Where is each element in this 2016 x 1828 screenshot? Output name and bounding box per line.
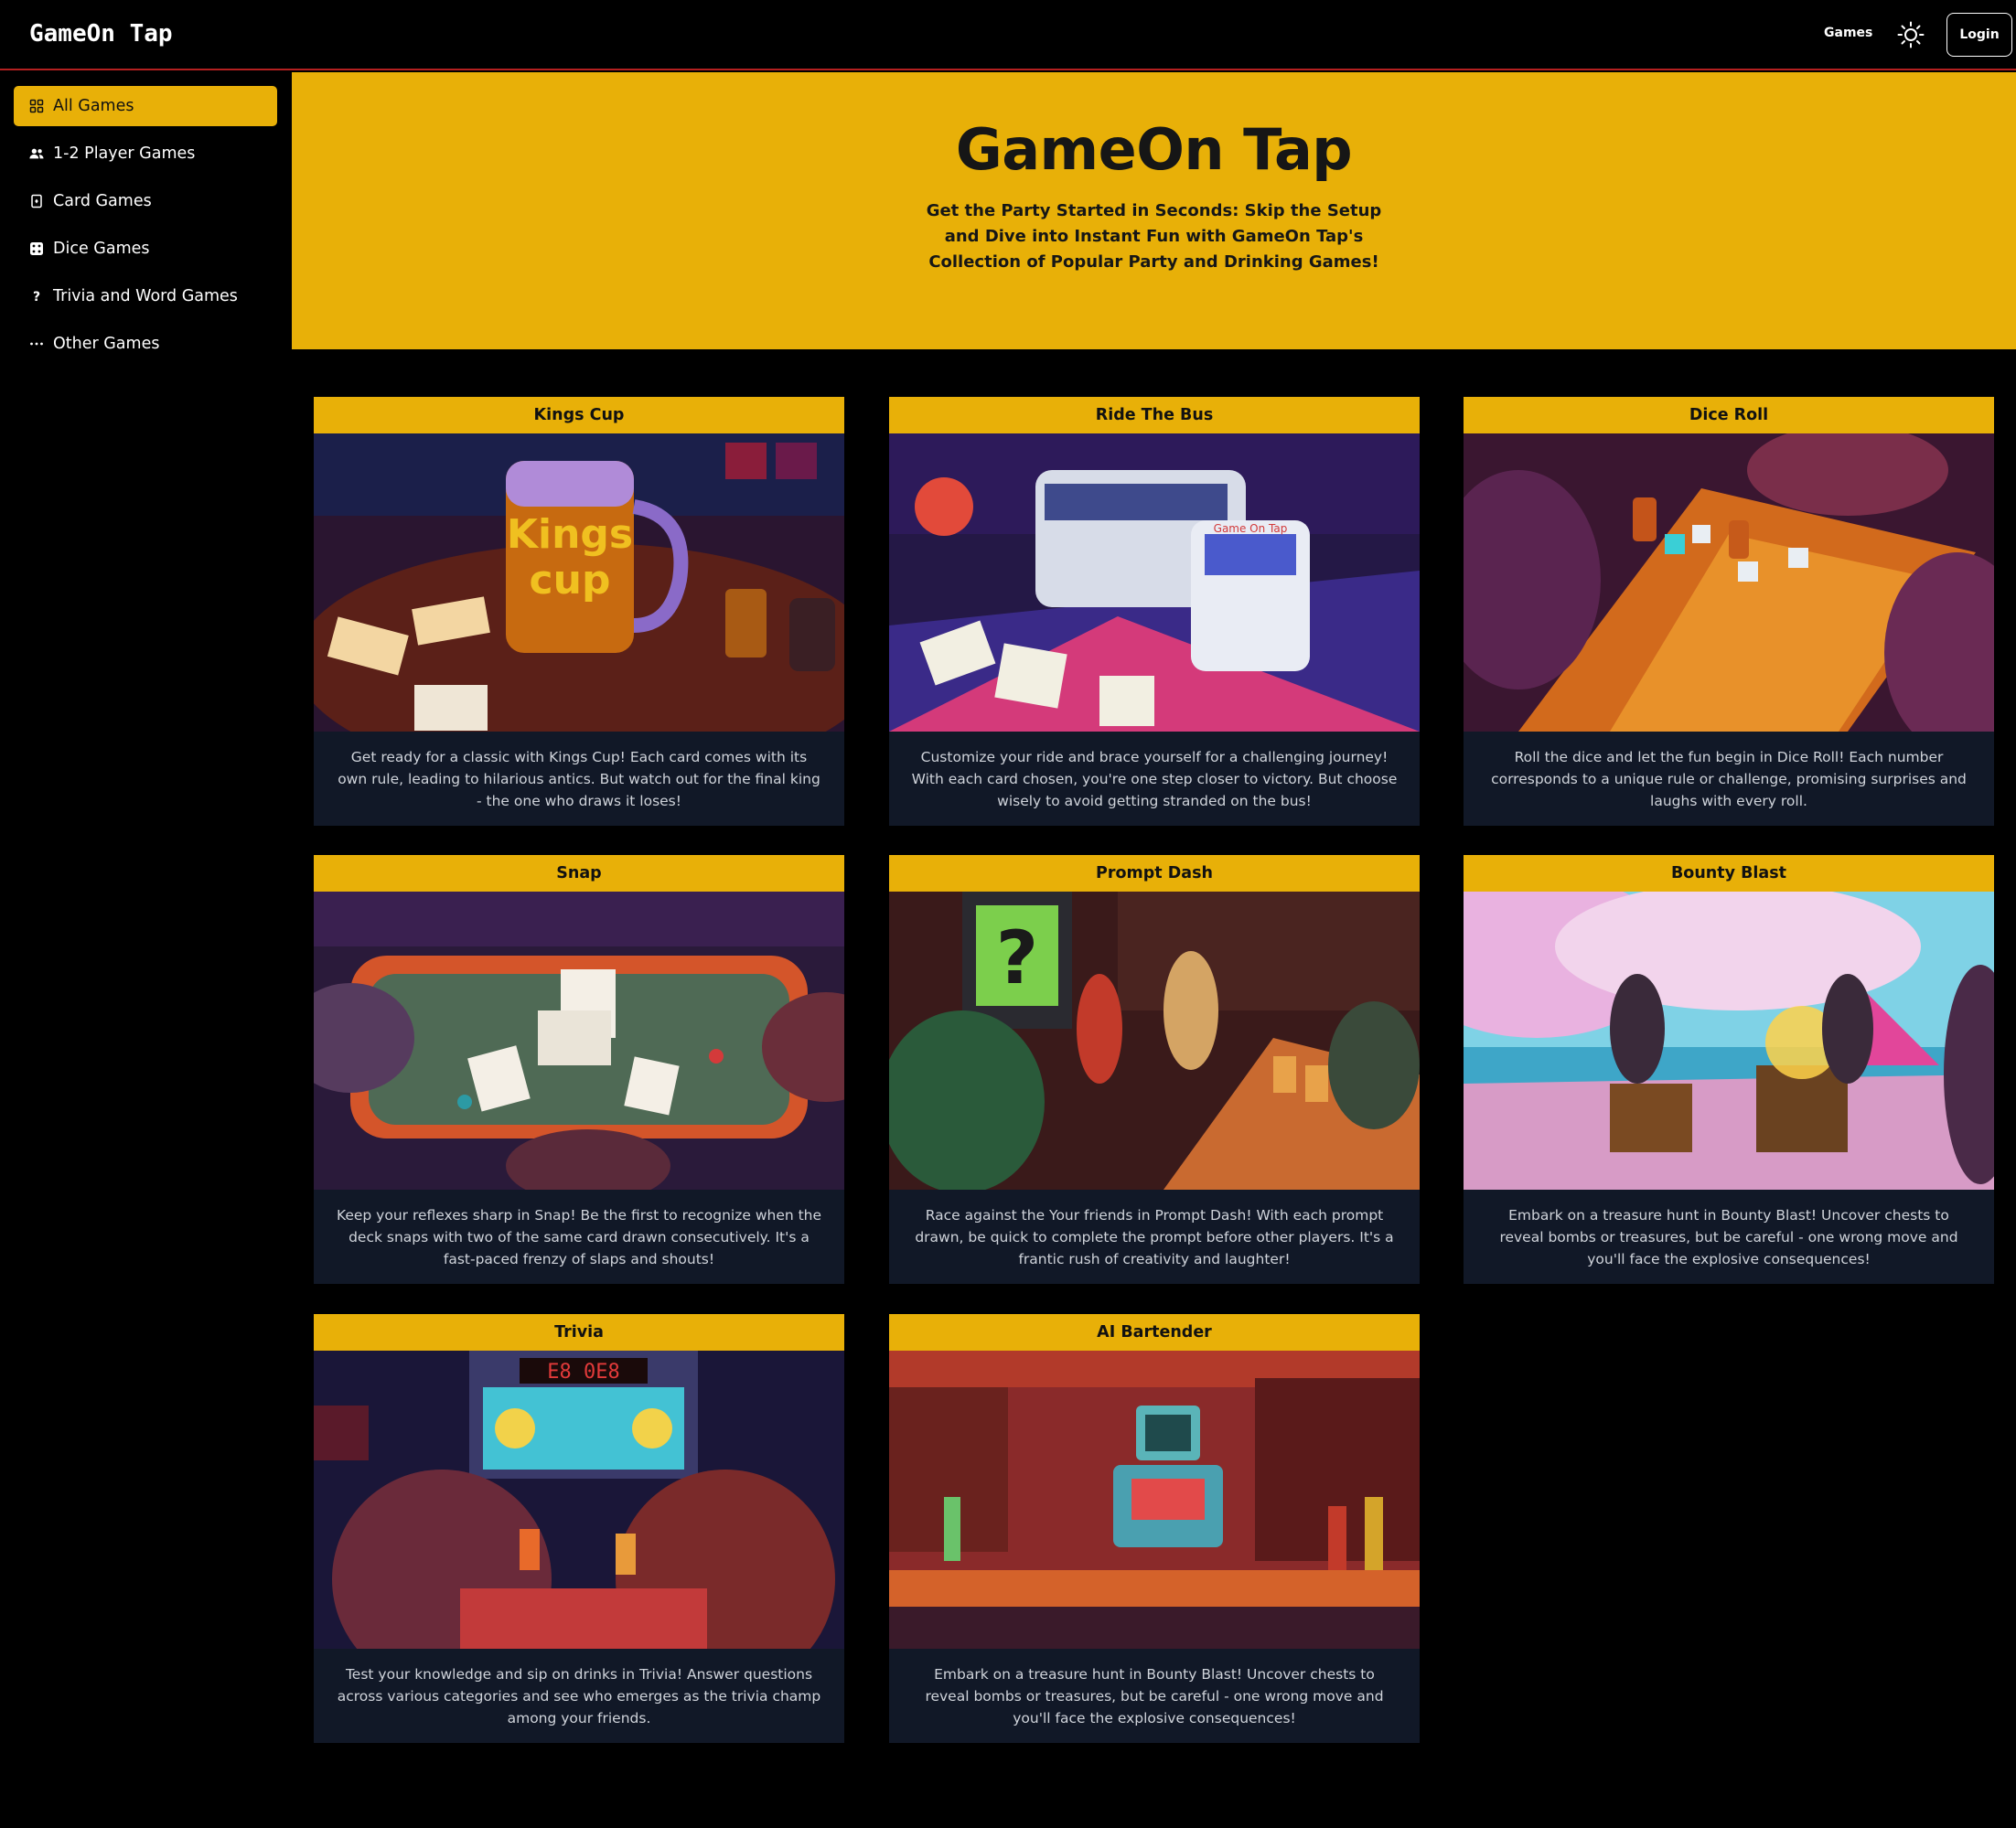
- question-icon: ?: [29, 289, 44, 304]
- game-card-image: [314, 892, 844, 1190]
- sidebar-item-label: All Games: [53, 97, 134, 115]
- game-card-description: Embark on a treasure hunt in Bounty Blas…: [925, 1666, 1384, 1726]
- game-card-title: Kings Cup: [314, 397, 844, 433]
- game-card-description: Get ready for a classic with Kings Cup! …: [338, 749, 820, 809]
- sidebar-item-label: Other Games: [53, 335, 160, 353]
- svg-text:?: ?: [33, 290, 40, 304]
- game-card-image: [889, 1351, 1420, 1649]
- game-card-image: ?: [889, 892, 1420, 1190]
- game-card-title: Prompt Dash: [889, 855, 1420, 892]
- game-card-dice-roll[interactable]: Dice Roll Roll the dice and let the fun …: [1464, 397, 1994, 826]
- game-card-image: [1464, 433, 1994, 732]
- game-card-description: Embark on a treasure hunt in Bounty Blas…: [1499, 1207, 1958, 1267]
- svg-text:Kings: Kings: [507, 511, 633, 558]
- sidebar-item-other-games[interactable]: Other Games: [14, 324, 277, 364]
- hero-title: GameOn Tap: [955, 116, 1353, 183]
- game-card-title: AI Bartender: [889, 1314, 1420, 1351]
- game-card-image: Kings cup: [314, 433, 844, 732]
- hero-banner: GameOn Tap Get the Party Started in Seco…: [292, 72, 2016, 349]
- top-navbar: GameOn Tap Games Login: [0, 0, 2016, 70]
- sidebar-item-label: 1-2 Player Games: [53, 144, 196, 163]
- svg-text:cup: cup: [530, 557, 611, 604]
- game-card-description: Race against the Your friends in Prompt …: [915, 1207, 1394, 1267]
- sidebar-item-label: Trivia and Word Games: [53, 287, 238, 305]
- dice-icon: [29, 241, 44, 256]
- sidebar-item-label: Card Games: [53, 192, 152, 210]
- game-card-description: Customize your ride and brace yourself f…: [911, 749, 1398, 809]
- svg-text:Game On Tap: Game On Tap: [1214, 522, 1288, 535]
- game-card-description: Roll the dice and let the fun begin in D…: [1491, 749, 1967, 809]
- sidebar-item-1-2-player-games[interactable]: 1-2 Player Games: [14, 134, 277, 174]
- game-card-ride-the-bus[interactable]: Ride The Bus Game On Tap Customize your …: [889, 397, 1420, 826]
- brand-logo[interactable]: GameOn Tap: [29, 20, 173, 48]
- ellipsis-icon: [29, 337, 44, 351]
- game-card-image: [1464, 892, 1994, 1190]
- sidebar: All Games 1-2 Player Games Card Games Di…: [0, 72, 292, 1828]
- hero-subtitle: Get the Party Started in Seconds: Skip t…: [926, 201, 1382, 272]
- game-card-title: Bounty Blast: [1464, 855, 1994, 892]
- game-card-bounty-blast[interactable]: Bounty Blast Embark on a treasure hunt i…: [1464, 855, 1994, 1284]
- sidebar-item-card-games[interactable]: Card Games: [14, 181, 277, 221]
- game-card-snap[interactable]: Snap Keep your reflexes sharp in Snap! B…: [314, 855, 844, 1284]
- sidebar-item-trivia-and-word-games[interactable]: ? Trivia and Word Games: [14, 276, 277, 316]
- nav-games-link[interactable]: Games: [1824, 26, 1872, 40]
- svg-text:?: ?: [996, 915, 1038, 1000]
- game-card-title: Ride The Bus: [889, 397, 1420, 433]
- sun-icon[interactable]: [1897, 21, 1925, 48]
- game-card-image: Game On Tap: [889, 433, 1420, 732]
- login-button[interactable]: Login: [1946, 13, 2012, 57]
- game-card-kings-cup[interactable]: Kings Cup Kings cup Get ready for a clas…: [314, 397, 844, 826]
- game-card-image: E8 0E8: [314, 1351, 844, 1649]
- sidebar-item-dice-games[interactable]: Dice Games: [14, 229, 277, 269]
- game-card-title: Snap: [314, 855, 844, 892]
- sidebar-item-label: Dice Games: [53, 240, 150, 258]
- card-icon: [29, 194, 44, 208]
- game-card-description: Keep your reflexes sharp in Snap! Be the…: [336, 1207, 822, 1267]
- game-card-description: Test your knowledge and sip on drinks in…: [337, 1666, 821, 1726]
- game-card-title: Dice Roll: [1464, 397, 1994, 433]
- sidebar-item-all-games[interactable]: All Games: [14, 86, 277, 126]
- game-card-prompt-dash[interactable]: Prompt Dash ? Race against the Your frie…: [889, 855, 1420, 1284]
- grid-icon: [29, 99, 44, 113]
- game-card-title: Trivia: [314, 1314, 844, 1351]
- game-card-trivia[interactable]: Trivia E8 0E8 Test your knowledge and si…: [314, 1314, 844, 1743]
- svg-text:E8 0E8: E8 0E8: [547, 1361, 619, 1384]
- game-card-ai-bartender[interactable]: AI Bartender Embark on a treasure hunt i…: [889, 1314, 1420, 1743]
- users-icon: [29, 146, 44, 161]
